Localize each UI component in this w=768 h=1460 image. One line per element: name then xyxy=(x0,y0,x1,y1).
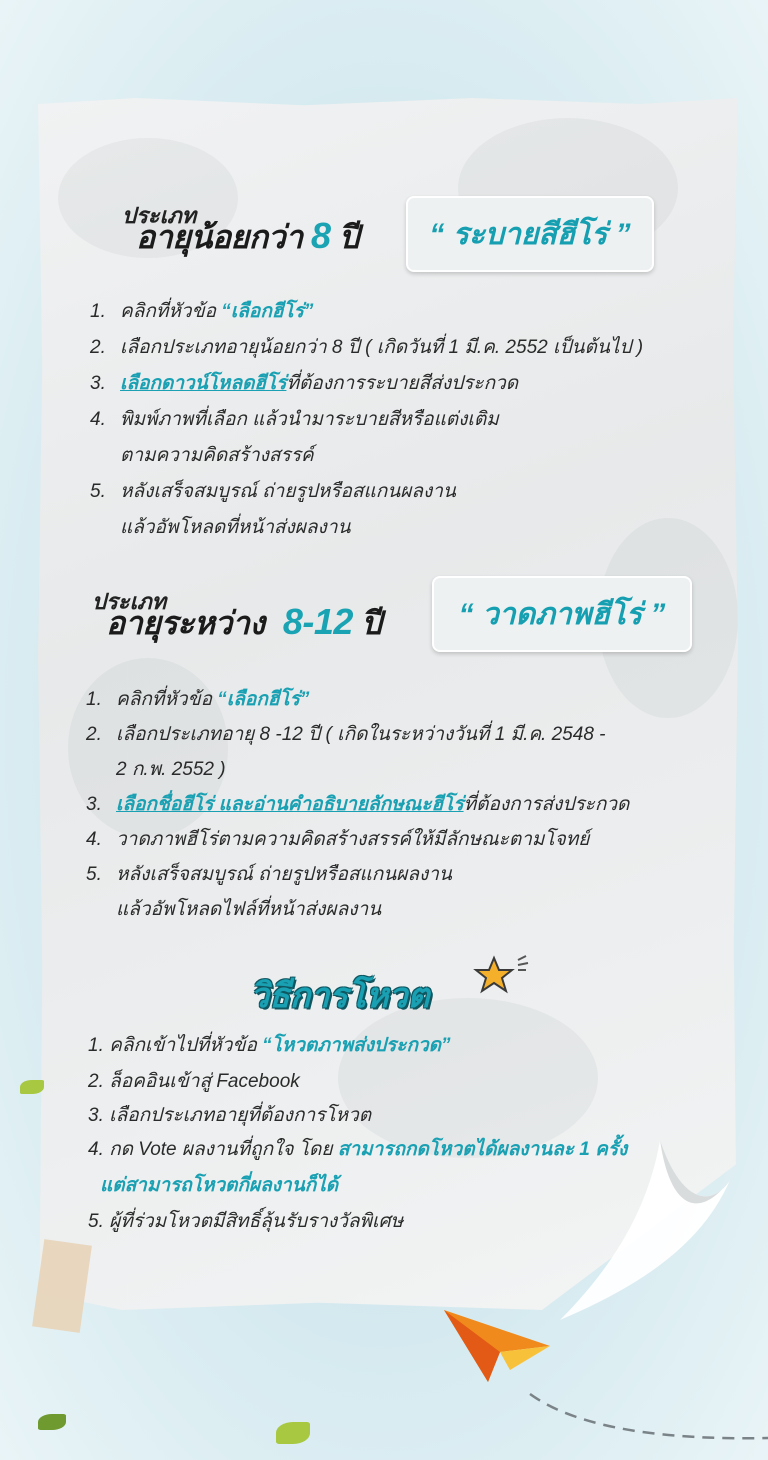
step-link[interactable]: “เลือกฮีโร่” xyxy=(217,689,309,710)
vote-step-highlight: “โหวตภาพส่งประกวด” xyxy=(262,1035,451,1056)
step-number: 1. xyxy=(90,301,106,322)
section2-age-number: 8-12 xyxy=(282,601,354,642)
paper-plane-icon xyxy=(444,1310,550,1382)
step-number: 2. xyxy=(90,337,106,358)
section2-step-6: 5. หลังเสร็จสมบูรณ์ ถ่ายรูปหรือสแกนผลงาน xyxy=(86,859,452,889)
section2-age-unit: ปี xyxy=(361,605,382,641)
vote-step-5: แต่สามารถโหวตกี่ผลงานก็ได้ xyxy=(100,1170,338,1200)
step-link[interactable]: เลือกชื่อฮีโร่ และอ่านคำอธิบายลักษณะฮีโร… xyxy=(116,794,464,815)
leaf-icon xyxy=(38,1414,66,1430)
section1-age-number: 8 xyxy=(310,215,331,256)
leaf-icon xyxy=(20,1080,44,1094)
step-text: เลือกประเภทอายุน้อยกว่า 8 ปี ( เกิดวันที… xyxy=(120,337,644,358)
step-text-suffix: ที่ต้องการระบายสีส่งประกวด xyxy=(286,373,519,394)
leaf-icon xyxy=(276,1422,310,1444)
step-number: 2. xyxy=(86,724,102,745)
step-number: 1. xyxy=(86,689,102,710)
vote-step-text: 4. กด Vote ผลงานที่ถูกใจ โดย xyxy=(88,1139,338,1160)
vote-step-1: 1. คลิกเข้าไปที่หัวข้อ “โหวตภาพส่งประกวด… xyxy=(88,1030,450,1060)
section1-step-4: 4. พิมพ์ภาพที่เลือก แล้วนำมาระบายสีหรือแต… xyxy=(90,404,499,434)
step-number: 4. xyxy=(86,829,102,850)
dashed-flight-path xyxy=(529,1392,768,1440)
vote-step-text: 3. เลือกประเภทอายุที่ต้องการโหวต xyxy=(88,1105,372,1126)
section2-step-3: 2 ก.พ. 2552 ) xyxy=(86,754,226,784)
step-text: คลิกที่หัวข้อ xyxy=(116,689,218,710)
step-text: ตามความคิดสร้างสรรค์ xyxy=(120,445,314,466)
section2-step-7: แล้วอัพโหลดไฟล์ที่หน้าส่งผลงาน xyxy=(86,894,381,924)
section1-big-label: อายุน้อยกว่า 8 ปี xyxy=(136,212,359,263)
section2-step-4: 3. เลือกชื่อฮีโร่ และอ่านคำอธิบายลักษณะฮี… xyxy=(86,789,629,819)
vote-step-2: 2. ล็อคอินเข้าสู่ Facebook xyxy=(88,1066,300,1096)
step-number: 3. xyxy=(86,794,102,815)
vote-step-text: 5. ผู้ที่ร่วมโหวตมีสิทธิ์ลุ้นรับรางวัลพิ… xyxy=(88,1211,404,1232)
vote-step-text: 1. คลิกเข้าไปที่หัวข้อ xyxy=(88,1035,263,1056)
section1-step-6: 5. หลังเสร็จสมบูรณ์ ถ่ายรูปหรือสแกนผลงาน xyxy=(90,476,456,506)
section1-step-7: แล้วอัพโหลดที่หน้าส่งผลงาน xyxy=(90,512,351,542)
section2-step-1: 1. คลิกที่หัวข้อ “เลือกฮีโร่” xyxy=(86,684,309,714)
step-text-suffix: ที่ต้องการส่งประกวด xyxy=(463,794,630,815)
step-text: คลิกที่หัวข้อ xyxy=(120,301,222,322)
step-text: แล้วอัพโหลดที่หน้าส่งผลงาน xyxy=(120,517,351,538)
step-number: 5. xyxy=(90,481,106,502)
step-text: เลือกประเภทอายุ 8 -12 ปี ( เกิดในระหว่าง… xyxy=(116,724,606,745)
vote-step-6: 5. ผู้ที่ร่วมโหวตมีสิทธิ์ลุ้นรับรางวัลพิ… xyxy=(88,1206,403,1236)
section1-age-text: อายุน้อยกว่า xyxy=(136,219,303,255)
step-text: หลังเสร็จสมบูรณ์ ถ่ายรูปหรือสแกนผลงาน xyxy=(116,864,452,885)
paper-curl xyxy=(560,1140,730,1320)
section1-step-2: 2. เลือกประเภทอายุน้อยกว่า 8 ปี ( เกิดวัน… xyxy=(90,332,643,362)
section2-age-text: อายุระหว่าง xyxy=(106,605,265,641)
step-link[interactable]: “เลือกฮีโร่” xyxy=(221,301,313,322)
section1-step-3: 3. เลือกดาวน์โหลดฮีโร่ที่ต้องการระบายสีส่… xyxy=(90,368,518,398)
step-link[interactable]: เลือกดาวน์โหลดฮีโร่ xyxy=(120,373,286,394)
section1-step-1: 1. คลิกที่หัวข้อ “เลือกฮีโร่” xyxy=(90,296,313,326)
section2-step-5: 4. วาดภาพฮีโร่ตามความคิดสร้างสรรค์ให้มีลั… xyxy=(86,824,589,854)
star-icon xyxy=(473,955,529,994)
step-text: พิมพ์ภาพที่เลือก แล้วนำมาระบายสีหรือแต่ง… xyxy=(120,409,499,430)
section2-step-2: 2. เลือกประเภทอายุ 8 -12 ปี ( เกิดในระหว่… xyxy=(86,719,606,749)
step-number: 4. xyxy=(90,409,106,430)
step-text: วาดภาพฮีโร่ตามความคิดสร้างสรรค์ให้มีลักษ… xyxy=(116,829,590,850)
section2-category-tag: “ วาดภาพฮีโร่ ” xyxy=(432,576,692,652)
vote-step-highlight: แต่สามารถโหวตกี่ผลงานก็ได้ xyxy=(100,1175,339,1196)
section2-big-label: อายุระหว่าง 8-12 ปี xyxy=(106,598,382,649)
step-text: หลังเสร็จสมบูรณ์ ถ่ายรูปหรือสแกนผลงาน xyxy=(120,481,456,502)
step-number: 3. xyxy=(90,373,106,394)
vote-title: วิธีการโหวต xyxy=(250,977,430,1015)
step-number: 5. xyxy=(86,864,102,885)
section1-step-5: ตามความคิดสร้างสรรค์ xyxy=(90,440,314,470)
section1-age-unit: ปี xyxy=(338,219,359,255)
vote-step-3: 3. เลือกประเภทอายุที่ต้องการโหวต xyxy=(88,1100,371,1130)
step-text: 2 ก.พ. 2552 ) xyxy=(116,759,226,780)
step-text: แล้วอัพโหลดไฟล์ที่หน้าส่งผลงาน xyxy=(116,899,382,920)
section1-category-tag: “ ระบายสีฮีโร่ ” xyxy=(406,196,654,272)
vote-step-text: 2. ล็อคอินเข้าสู่ Facebook xyxy=(88,1071,300,1092)
